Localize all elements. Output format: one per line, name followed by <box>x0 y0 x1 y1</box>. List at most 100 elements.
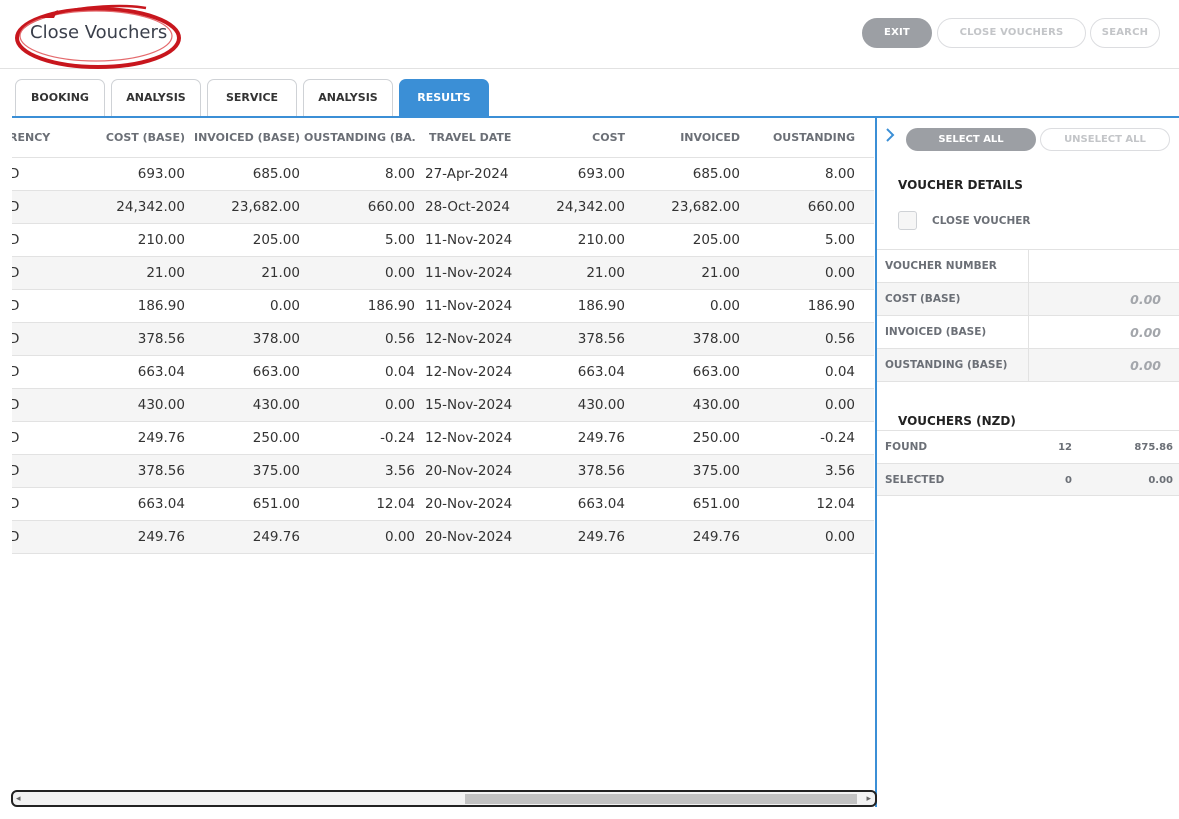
close-vouchers-button[interactable]: CLOSE VOUCHERS <box>937 18 1086 48</box>
tab-service[interactable]: SERVICE <box>207 79 297 117</box>
outstanding-base-cell: 0.00 <box>384 397 415 413</box>
table-row[interactable]: D 430.00 430.00 0.00 15-Nov-2024 430.00 430.00… <box>12 389 874 422</box>
vouchers-summary-title: VOUCHERS (NZD) <box>898 414 1016 428</box>
table-row[interactable]: D 663.04 651.00 12.04 20-Nov-2024 663.04 651.0… <box>12 488 874 521</box>
currency-cell: D <box>12 166 20 182</box>
table-row[interactable]: D 663.04 663.00 0.04 12-Nov-2024 663.04 663.00… <box>12 356 874 389</box>
outstanding-cell: 0.04 <box>824 364 855 380</box>
column-header[interactable]: COST <box>532 118 625 158</box>
outstanding-cell: 5.00 <box>824 232 855 248</box>
invoiced-base-cell: 249.76 <box>252 529 300 545</box>
table-row[interactable]: D 378.56 375.00 3.56 20-Nov-2024 378.56 375.00… <box>12 455 874 488</box>
travel-date-cell: 12-Nov-2024 <box>425 331 513 347</box>
tab-analysis-2[interactable]: ANALYSIS <box>303 79 393 117</box>
scroll-right-icon[interactable]: ▸ <box>866 793 871 805</box>
table-row[interactable]: D 249.76 250.00 -0.24 12-Nov-2024 249.76 250.0… <box>12 422 874 455</box>
column-header[interactable]: RENCY <box>12 118 69 158</box>
cost-cell: 249.76 <box>577 529 625 545</box>
outstanding-cell: 8.00 <box>824 166 855 182</box>
search-button[interactable]: SEARCH <box>1090 18 1160 48</box>
outstanding-base-cell: 12.04 <box>376 496 415 512</box>
detail-value: 0.00 <box>1130 358 1161 373</box>
cost-base-cell: 21.00 <box>146 265 185 281</box>
column-header[interactable]: COST (BASE) <box>72 118 185 158</box>
column-header[interactable]: TRAVEL DATE <box>429 118 529 158</box>
invoiced-cell: 378.00 <box>692 331 740 347</box>
outstanding-cell: 0.56 <box>824 331 855 347</box>
table-row[interactable]: D 378.56 378.00 0.56 12-Nov-2024 378.56 378.00… <box>12 323 874 356</box>
detail-row: INVOICED (BASE) 0.00 <box>877 315 1179 349</box>
cost-base-cell: 186.90 <box>137 298 185 314</box>
chevron-right-icon[interactable] <box>884 127 898 145</box>
invoiced-cell: 23,682.00 <box>671 199 740 215</box>
exit-button[interactable]: EXIT <box>862 18 932 48</box>
invoiced-cell: 663.00 <box>692 364 740 380</box>
invoiced-base-cell: 663.00 <box>252 364 300 380</box>
outstanding-cell: 3.56 <box>824 463 855 479</box>
invoiced-cell: 685.00 <box>692 166 740 182</box>
detail-label: OUSTANDING (BASE) <box>885 359 1008 371</box>
outstanding-base-cell: 0.56 <box>384 331 415 347</box>
currency-cell: D <box>12 298 20 314</box>
currency-cell: D <box>12 430 20 446</box>
cost-cell: 21.00 <box>586 265 625 281</box>
currency-cell: D <box>12 397 20 413</box>
invoiced-base-cell: 375.00 <box>252 463 300 479</box>
outstanding-base-cell: 0.04 <box>384 364 415 380</box>
close-voucher-checkbox[interactable] <box>898 211 917 230</box>
currency-cell: D <box>12 232 20 248</box>
column-header[interactable]: OUSTANDING (BA… <box>304 118 416 158</box>
travel-date-cell: 11-Nov-2024 <box>425 298 513 314</box>
summary-row: SELECTED 0 0.00 <box>877 463 1179 496</box>
invoiced-cell: 651.00 <box>692 496 740 512</box>
column-header[interactable]: INVOICED (BASE) <box>192 118 300 158</box>
cost-base-cell: 378.56 <box>137 331 185 347</box>
invoiced-base-cell: 205.00 <box>252 232 300 248</box>
cell-separator <box>1028 316 1029 349</box>
cost-cell: 186.90 <box>577 298 625 314</box>
summary-label: SELECTED <box>885 474 945 486</box>
travel-date-cell: 11-Nov-2024 <box>425 265 513 281</box>
outstanding-base-cell: 0.00 <box>384 529 415 545</box>
select-all-button[interactable]: SELECT ALL <box>906 128 1036 151</box>
invoiced-base-cell: 685.00 <box>252 166 300 182</box>
cost-base-cell: 430.00 <box>137 397 185 413</box>
tab-analysis[interactable]: ANALYSIS <box>111 79 201 117</box>
detail-value: 0.00 <box>1130 325 1161 340</box>
detail-label: COST (BASE) <box>885 293 961 305</box>
invoiced-base-cell: 430.00 <box>252 397 300 413</box>
top-bar: Close Vouchers EXIT CLOSE VOUCHERS SEARC… <box>0 0 1179 69</box>
invoiced-base-cell: 250.00 <box>252 430 300 446</box>
table-row[interactable]: D 249.76 249.76 0.00 20-Nov-2024 249.76 249.76… <box>12 521 874 554</box>
currency-cell: D <box>12 496 20 512</box>
travel-date-cell: 12-Nov-2024 <box>425 364 513 380</box>
summary-row: FOUND 12 875.86 <box>877 430 1179 463</box>
outstanding-cell: 12.04 <box>816 496 855 512</box>
detail-label: INVOICED (BASE) <box>885 326 987 338</box>
column-header[interactable]: OUSTANDING <box>742 118 855 158</box>
tab-results[interactable]: RESULTS <box>399 79 489 117</box>
scroll-left-icon[interactable]: ◂ <box>16 793 21 805</box>
invoiced-base-cell: 23,682.00 <box>231 199 300 215</box>
table-row[interactable]: D 21.00 21.00 0.00 11-Nov-2024 21.00 21.00 0.00 <box>12 257 874 290</box>
cost-base-cell: 693.00 <box>137 166 185 182</box>
detail-row: OUSTANDING (BASE) 0.00 <box>877 348 1179 382</box>
cost-cell: 663.04 <box>577 364 625 380</box>
table-row[interactable]: D 210.00 205.00 5.00 11-Nov-2024 210.00 205.00… <box>12 224 874 257</box>
table-row[interactable]: D 24,342.00 23,682.00 660.00 28-Oct-2024 24,3… <box>12 191 874 224</box>
cost-base-cell: 249.76 <box>137 430 185 446</box>
horizontal-scrollbar[interactable]: ◂ ▸ <box>11 790 877 807</box>
table-row[interactable]: D 186.90 0.00 186.90 11-Nov-2024 186.90 0.00 18… <box>12 290 874 323</box>
invoiced-cell: 249.76 <box>692 529 740 545</box>
travel-date-cell: 15-Nov-2024 <box>425 397 513 413</box>
outstanding-base-cell: 660.00 <box>367 199 415 215</box>
currency-cell: D <box>12 331 20 347</box>
summary-amount: 0.00 <box>1148 475 1173 486</box>
scrollbar-thumb[interactable] <box>465 794 857 804</box>
table-row[interactable]: D 693.00 685.00 8.00 27-Apr-2024 693.00 685.00… <box>12 158 874 191</box>
outstanding-base-cell: 0.00 <box>384 265 415 281</box>
unselect-all-button[interactable]: UNSELECT ALL <box>1040 128 1170 151</box>
tab-booking[interactable]: BOOKING <box>15 79 105 117</box>
column-header[interactable]: INVOICED <box>632 118 740 158</box>
detail-label: VOUCHER NUMBER <box>885 260 997 272</box>
